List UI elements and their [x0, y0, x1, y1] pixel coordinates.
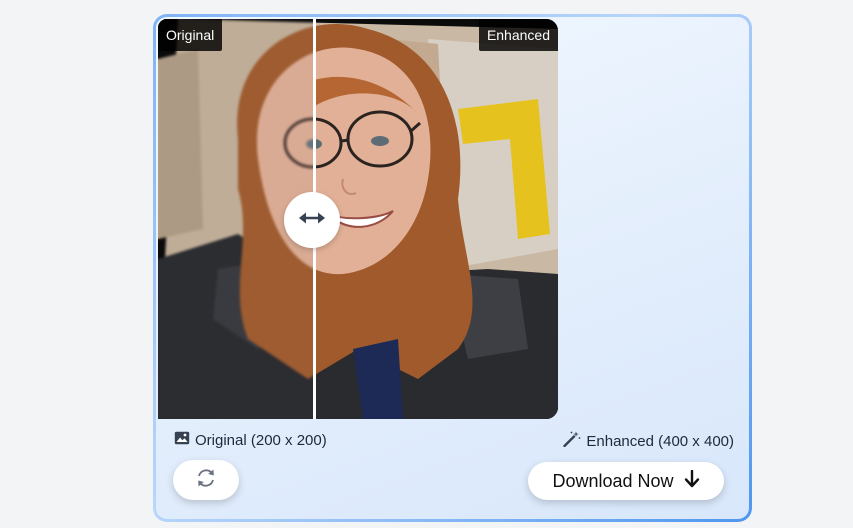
regenerate-button[interactable]: [173, 460, 239, 500]
original-tag: Original: [158, 19, 223, 51]
download-now-button[interactable]: Download Now: [528, 462, 724, 500]
enhanced-tag: Enhanced: [478, 19, 558, 51]
download-now-label: Download Now: [552, 470, 674, 491]
left-right-arrows-icon: [299, 211, 325, 230]
image-icon: [174, 431, 190, 449]
enhanced-caption: Enhanced (400 x 400): [563, 431, 734, 451]
original-caption: Original (200 x 200): [174, 431, 327, 449]
compare-slider-handle[interactable]: [284, 192, 340, 248]
card-body: Original Enhanced Original (200 x 200) E…: [156, 17, 749, 519]
magic-wand-icon: [563, 431, 581, 451]
refresh-icon: [195, 467, 217, 494]
arrow-down-icon: [684, 469, 700, 493]
before-after-viewer[interactable]: Original Enhanced: [158, 19, 558, 419]
original-caption-text: Original (200 x 200): [195, 431, 327, 449]
enhanced-caption-text: Enhanced (400 x 400): [586, 432, 734, 450]
image-compare-card: Original Enhanced Original (200 x 200) E…: [153, 14, 752, 522]
